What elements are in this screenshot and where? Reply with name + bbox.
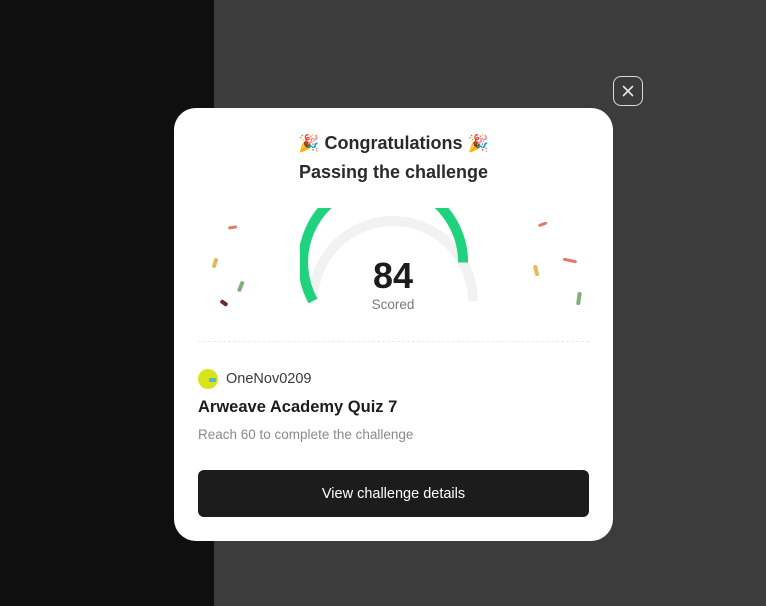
avatar-icon: [198, 369, 218, 389]
score-label: Scored: [371, 297, 415, 312]
close-button[interactable]: [613, 76, 643, 106]
section-divider: [198, 341, 589, 342]
confetti-piece: [563, 257, 577, 264]
party-popper-icon: 🎉: [467, 134, 489, 153]
quiz-requirement: Reach 60 to complete the challenge: [198, 427, 414, 442]
view-challenge-details-button[interactable]: View challenge details: [198, 470, 589, 517]
modal-title: 🎉 Congratulations 🎉: [174, 133, 613, 154]
confetti-piece: [533, 264, 540, 276]
challenge-result-modal: 🎉 Congratulations 🎉 Passing the challeng…: [174, 108, 613, 541]
close-icon: [622, 85, 634, 97]
confetti-piece: [576, 291, 582, 306]
score-value: 84: [372, 255, 414, 296]
creator-name: OneNov0209: [226, 371, 312, 387]
confetti-piece: [538, 221, 547, 227]
quiz-title: Arweave Academy Quiz 7: [198, 398, 398, 416]
confetti-piece: [237, 281, 245, 292]
confetti-piece: [211, 258, 219, 268]
modal-title-text: Congratulations: [324, 133, 463, 153]
party-popper-icon: 🎉: [298, 134, 320, 153]
creator-row: OneNov0209: [198, 369, 311, 389]
confetti-piece: [220, 299, 228, 307]
confetti-piece: [228, 225, 238, 230]
modal-subtitle: Passing the challenge: [298, 162, 489, 182]
